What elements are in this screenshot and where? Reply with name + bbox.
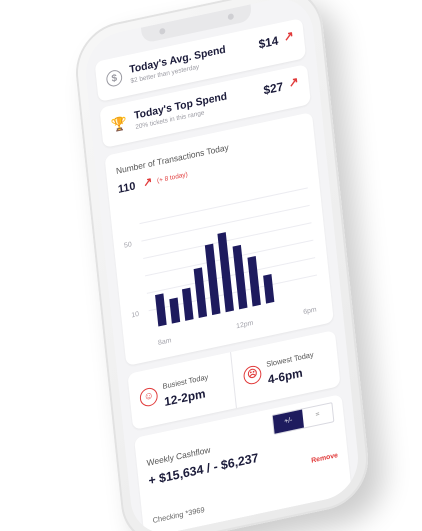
bar-8 [263, 273, 275, 304]
toggle-equals[interactable]: = [302, 403, 333, 427]
transactions-card: Number of Transactions Today 110 ↗ (+ 8 … [104, 111, 334, 367]
bar-3 [193, 267, 208, 318]
top-spend-value: $27 [262, 79, 284, 98]
smile-face-icon: ☺ [139, 386, 159, 408]
account-label: Checking *3969 [152, 504, 206, 525]
up-trend-arrow-icon: ↗ [283, 28, 295, 45]
y-tick-label-0: 50 [124, 241, 132, 250]
toggle-plus-minus[interactable]: +/- [272, 409, 304, 434]
bar-4 [204, 243, 221, 316]
chart-title: Number of Transactions Today [115, 142, 230, 176]
dollar-circle-icon: $ [105, 68, 123, 88]
busiest-value: 12-2pm [163, 386, 207, 409]
up-trend-arrow-icon: ↗ [287, 74, 300, 91]
y-tick-label-1: 10 [131, 311, 139, 320]
stage: $ Today's Avg. Spend $2 better than yest… [0, 0, 422, 531]
grid-line-5 [139, 187, 308, 225]
bar-5 [217, 232, 234, 313]
slowest-label: Slowest Today [265, 349, 314, 369]
busiest-section: ☺ Busiest Today 12-2pm [127, 352, 237, 430]
remove-button[interactable]: Remove [311, 452, 338, 465]
sensor-dot [227, 13, 235, 21]
cashflow-toggle[interactable]: +/- = [271, 402, 335, 435]
bar-2 [181, 287, 194, 321]
avg-spend-value: $14 [257, 33, 280, 52]
x-tick-label-2: 6pm [303, 306, 317, 316]
slowest-value: 4-6pm [267, 365, 304, 387]
sad-face-icon: ☹ [242, 364, 263, 386]
bar-1 [169, 297, 181, 324]
bar-0 [155, 293, 167, 327]
x-tick-label-1: 12pm [236, 320, 254, 331]
x-tick-label-0: 8am [158, 337, 172, 347]
transaction-delta: (+ 8 today) [156, 171, 189, 185]
trophy-icon: 🏆 [110, 114, 128, 133]
up-trend-arrow-icon: ↗ [142, 175, 153, 190]
transaction-count: 110 [117, 180, 137, 196]
phone-device: $ Today's Avg. Spend $2 better than yest… [71, 0, 373, 531]
camera-dot [159, 27, 166, 35]
bar-7 [247, 255, 261, 307]
